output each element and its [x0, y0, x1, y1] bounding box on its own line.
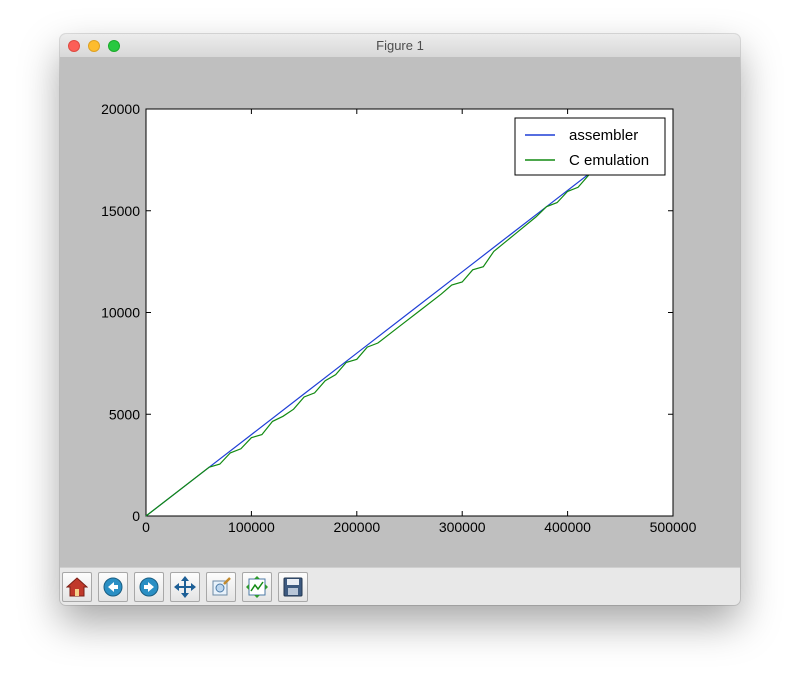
figure-window: Figure 1 0 100000 200000 300000 400000 500000…	[60, 34, 740, 605]
zoom-button[interactable]	[206, 572, 236, 602]
back-icon	[103, 577, 123, 597]
back-button[interactable]	[98, 572, 128, 602]
y-tick-label: 5000	[109, 406, 140, 422]
x-tick-label: 100000	[228, 519, 275, 535]
x-tick-label: 300000	[439, 519, 486, 535]
home-button[interactable]	[62, 572, 92, 602]
pan-button[interactable]	[170, 572, 200, 602]
line-chart: 0 100000 200000 300000 400000 500000 0 5000 1000…	[101, 101, 697, 535]
forward-button[interactable]	[134, 572, 164, 602]
forward-icon	[139, 577, 159, 597]
window-title: Figure 1	[376, 38, 424, 53]
y-tick-label: 10000	[101, 305, 140, 321]
y-tick-label: 15000	[101, 203, 140, 219]
x-tick-label: 0	[142, 519, 150, 535]
configure-subplots-button[interactable]	[242, 572, 272, 602]
y-tick-label: 20000	[101, 101, 140, 117]
title-bar[interactable]: Figure 1	[60, 34, 740, 58]
zoom-icon	[212, 577, 231, 596]
figure-canvas[interactable]: 0 100000 200000 300000 400000 500000 0 5000 1000…	[60, 57, 740, 567]
legend-label: C emulation	[569, 152, 649, 169]
x-tick-label: 200000	[333, 519, 380, 535]
home-icon	[66, 577, 88, 597]
x-tick-label: 500000	[650, 519, 697, 535]
pan-icon	[174, 576, 196, 598]
x-tick-label: 400000	[544, 519, 591, 535]
y-tick-label: 0	[132, 508, 140, 524]
save-icon	[283, 577, 303, 597]
navigation-toolbar	[60, 567, 740, 605]
save-button[interactable]	[278, 572, 308, 602]
legend-label: assembler	[569, 127, 638, 144]
subplots-icon	[246, 576, 268, 598]
legend: assembler C emulation	[514, 117, 666, 176]
